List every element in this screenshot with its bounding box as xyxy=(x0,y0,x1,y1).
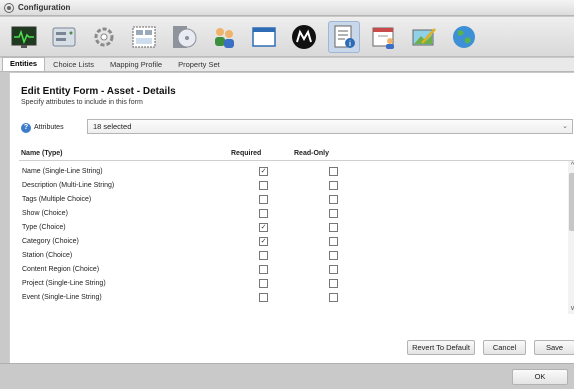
window-title: Configuration xyxy=(18,3,71,12)
readonly-checkbox[interactable] xyxy=(329,181,338,190)
attribute-name: Station (Choice) xyxy=(22,252,73,259)
attribute-name: Content Region (Choice) xyxy=(22,266,100,273)
scroll-up-icon[interactable]: ^ xyxy=(568,162,574,171)
readonly-checkbox[interactable] xyxy=(329,167,338,176)
table-row: Event (Single-Line String) xyxy=(19,292,567,305)
table-row: Tags (Multiple Choice) xyxy=(19,194,567,207)
column-header-name: Name (Type) xyxy=(21,150,63,157)
readonly-checkbox[interactable] xyxy=(329,195,338,204)
save-button[interactable]: Save xyxy=(534,340,574,355)
table-scrollbar[interactable]: ^ v xyxy=(568,161,574,314)
dialog-footer: OK xyxy=(0,363,574,389)
gear-icon[interactable] xyxy=(88,21,120,53)
required-checkbox[interactable]: ✓ xyxy=(259,223,268,232)
tab-property-set[interactable]: Property Set xyxy=(170,58,228,71)
required-checkbox[interactable]: ✓ xyxy=(259,237,268,246)
readonly-checkbox[interactable] xyxy=(329,223,338,232)
globe-icon[interactable] xyxy=(448,21,480,53)
table-row: Category (Choice) ✓ xyxy=(19,236,567,249)
title-bar: Configuration xyxy=(0,0,574,16)
tab-bar: Entities Choice Lists Mapping Profile Pr… xyxy=(0,57,574,72)
table-row: Project (Single-Line String) xyxy=(19,278,567,291)
required-checkbox[interactable] xyxy=(259,209,268,218)
attribute-name: Tags (Multiple Choice) xyxy=(22,196,92,203)
required-checkbox[interactable] xyxy=(259,279,268,288)
table-row: Show (Choice) xyxy=(19,208,567,221)
readonly-checkbox[interactable] xyxy=(329,209,338,218)
table-row: Content Region (Choice) xyxy=(19,264,567,277)
users-icon[interactable] xyxy=(208,21,240,53)
window-icon[interactable] xyxy=(248,21,280,53)
cancel-button[interactable]: Cancel xyxy=(483,340,526,355)
tab-entities[interactable]: Entities xyxy=(2,57,46,71)
form-subtitle: Specify attributes to include in this fo… xyxy=(21,99,143,106)
table-row: Station (Choice) xyxy=(19,250,567,263)
readonly-checkbox[interactable] xyxy=(329,279,338,288)
svg-text:i: i xyxy=(349,41,351,48)
monitor-icon[interactable] xyxy=(8,21,40,53)
form-panel: Edit Entity Form - Asset - Details Speci… xyxy=(9,73,574,363)
scroll-thumb[interactable] xyxy=(569,173,574,231)
column-header-readonly: Read-Only xyxy=(294,150,330,157)
media-disc-icon[interactable] xyxy=(168,21,200,53)
table-row: Description (Multi-Line String) xyxy=(19,180,567,193)
required-checkbox[interactable] xyxy=(259,265,268,274)
required-checkbox[interactable]: ✓ xyxy=(259,167,268,176)
tab-choice-lists[interactable]: Choice Lists xyxy=(45,58,102,71)
required-checkbox[interactable] xyxy=(259,251,268,260)
form-title: Edit Entity Form - Asset - Details xyxy=(21,86,176,97)
form-info-icon[interactable]: i xyxy=(328,20,360,53)
toolbar: i xyxy=(0,17,574,57)
attribute-name: Project (Single-Line String) xyxy=(22,280,106,287)
picture-edit-icon[interactable] xyxy=(408,21,440,53)
attribute-name: Name (Single-Line String) xyxy=(22,168,103,175)
attributes-value: 18 selected xyxy=(93,122,132,131)
attributes-label: Attributes xyxy=(34,124,64,131)
layout-icon[interactable] xyxy=(128,21,160,53)
attribute-name: Category (Choice) xyxy=(22,238,79,245)
attributes-table: Name (Single-Line String) ✓ Description … xyxy=(19,160,574,314)
attribute-name: Description (Multi-Line String) xyxy=(22,182,115,189)
column-header-required: Required xyxy=(231,150,262,157)
required-checkbox[interactable] xyxy=(259,293,268,302)
revert-to-default-button[interactable]: Revert To Default xyxy=(407,340,475,355)
readonly-checkbox[interactable] xyxy=(329,237,338,246)
scroll-down-icon[interactable]: v xyxy=(568,305,574,314)
readonly-checkbox[interactable] xyxy=(329,265,338,274)
calendar-user-icon[interactable] xyxy=(368,21,400,53)
attribute-name: Type (Choice) xyxy=(22,224,66,231)
server-icon[interactable] xyxy=(48,21,80,53)
table-row: Name (Single-Line String) ✓ xyxy=(19,166,567,179)
required-checkbox[interactable] xyxy=(259,181,268,190)
attribute-name: Show (Choice) xyxy=(22,210,68,217)
table-row: Type (Choice) ✓ xyxy=(19,222,567,235)
help-icon[interactable]: ? xyxy=(21,123,31,133)
chevron-down-icon: ⌄ xyxy=(562,123,568,130)
ok-button[interactable]: OK xyxy=(512,369,568,385)
attribute-name: Event (Single-Line String) xyxy=(22,294,102,301)
attributes-select[interactable]: 18 selected ⌄ xyxy=(87,119,573,134)
logo-m-icon[interactable] xyxy=(288,21,320,53)
gear-icon xyxy=(4,2,14,13)
readonly-checkbox[interactable] xyxy=(329,293,338,302)
tab-mapping-profile[interactable]: Mapping Profile xyxy=(102,58,170,71)
readonly-checkbox[interactable] xyxy=(329,251,338,260)
required-checkbox[interactable] xyxy=(259,195,268,204)
